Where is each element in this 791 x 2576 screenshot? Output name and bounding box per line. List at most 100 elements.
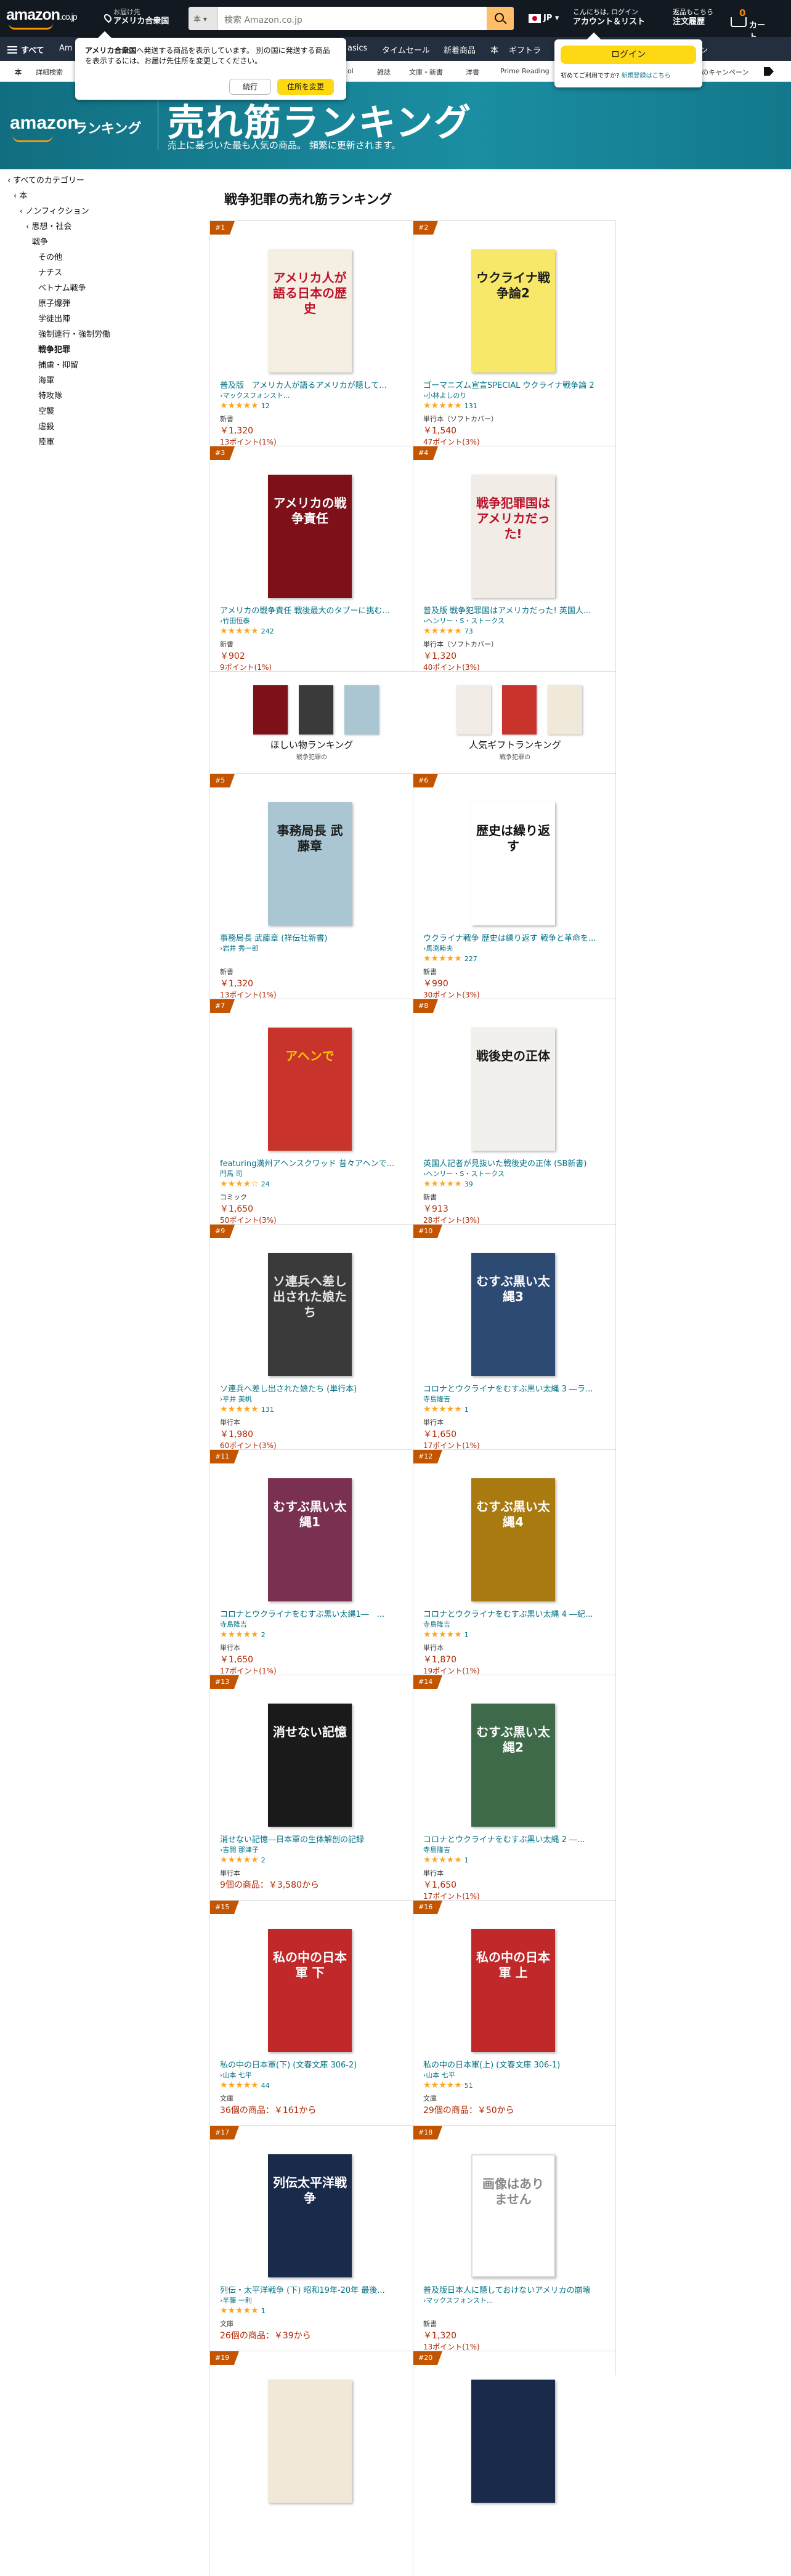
review-count[interactable]: 227	[464, 955, 477, 963]
book-cover-image[interactable]: 画像はありません	[471, 2154, 555, 2277]
author-link[interactable]: ›山本 七平	[220, 2070, 252, 2080]
nav-item[interactable]: 新着商品	[444, 44, 476, 55]
search-category-select[interactable]: 本 ▾	[189, 7, 218, 30]
book-cover-image[interactable]: アメリカの戦争責任	[268, 475, 352, 598]
sidebar-category-item[interactable]: 空襲	[38, 405, 54, 416]
product-card[interactable]: #10 むすぶ黒い太縄3 コロナとウクライナをむすぶ黒い太縄 3 ―ラ... 寺島隆吉…	[413, 1224, 616, 1450]
product-title-link[interactable]: ゴーマニズム宣言SPECIAL ウクライナ戦争論 2	[423, 379, 608, 390]
review-count[interactable]: 2	[261, 1856, 266, 1864]
product-title-link[interactable]: 消せない記憶―日本軍の生体解剖の記録	[220, 1833, 405, 1845]
book-cover-image[interactable]: 戦争犯罪国はアメリカだった!	[471, 475, 555, 598]
author-link[interactable]: ›マックスフォンスト...	[220, 390, 290, 400]
book-cover-image[interactable]: 私の中の日本軍 下	[268, 1929, 352, 2052]
book-cover-image[interactable]: ソ連兵へ差し出された娘たち	[268, 1253, 352, 1376]
sidebar-category-item[interactable]: 特攻隊	[38, 389, 62, 401]
sidebar-category-item[interactable]: 捕虜・抑留	[38, 358, 78, 370]
book-cover-image[interactable]: 列伝太平洋戦争	[268, 2154, 352, 2277]
review-count[interactable]: 1	[464, 1631, 469, 1639]
product-title-link[interactable]: 英国人記者が見抜いた戦後史の正体 (SB新書)	[423, 1157, 608, 1169]
book-cover-image[interactable]	[268, 2380, 352, 2503]
author-link[interactable]: ›ヘンリー・S・ストークス	[423, 616, 505, 626]
book-cover-image[interactable]: むすぶ黒い太縄3	[471, 1253, 555, 1376]
promo-thumbnail-image[interactable]	[299, 685, 333, 735]
review-count[interactable]: 131	[464, 402, 477, 410]
product-card[interactable]: #12 むすぶ黒い太縄4 コロナとウクライナをむすぶ黒い太縄 4 ―紀... 寺島隆吉…	[413, 1449, 616, 1675]
book-cover-image[interactable]: 消せない記憶	[268, 1704, 352, 1827]
product-title-link[interactable]: コロナとウクライナをむすぶ黒い太縄 4 ―紀...	[423, 1608, 608, 1619]
sidebar-category-item[interactable]: ‹ 本	[14, 189, 27, 201]
product-card[interactable]: #19	[209, 2351, 413, 2576]
sidebar-category-item[interactable]: 戦争犯罪	[38, 343, 70, 355]
product-title-link[interactable]: 私の中の日本軍(下) (文春文庫 306-2)	[220, 2058, 405, 2070]
book-cover-image[interactable]: 事務局長 武藤章	[268, 802, 352, 925]
sidebar-category-item[interactable]: 強制連行・強制労働	[38, 328, 110, 339]
subnav-item[interactable]: 洋書	[466, 67, 479, 77]
product-title-link[interactable]: featuring満州アヘンスクワッド 昔々アヘンで...	[220, 1157, 405, 1169]
product-card[interactable]: #5 事務局長 武藤章 事務局長 武藤章 (祥伝社新書) ›岩井 秀一郎 新書 ￥1,32…	[209, 773, 413, 999]
sidebar-category-item[interactable]: その他	[38, 251, 62, 262]
author-link[interactable]: ›山本 七平	[423, 2070, 455, 2080]
product-title-link[interactable]: コロナとウクライナをむすぶ黒い太縄1― ...	[220, 1608, 405, 1619]
product-title-link[interactable]: アメリカの戦争責任 戦後最大のタブーに挑む...	[220, 604, 405, 616]
nav-item[interactable]: asics	[347, 44, 367, 53]
review-count[interactable]: 12	[261, 402, 270, 410]
book-cover-image[interactable]: むすぶ黒い太縄2	[471, 1704, 555, 1827]
author-link[interactable]: 門馬 司	[220, 1169, 243, 1178]
product-title-link[interactable]: ウクライナ戦争 歴史は繰り返す 戦争と革命を...	[423, 932, 608, 943]
promo-thumbnail-image[interactable]	[253, 685, 288, 735]
book-cover-image[interactable]: 戦後史の正体	[471, 1028, 555, 1151]
author-link[interactable]: ›マックスフォンスト...	[423, 2295, 493, 2305]
register-link[interactable]: 新規登録はこちら	[622, 73, 671, 79]
product-card[interactable]: #1 アメリカ人が語る日本の歴史 普及版 アメリカ人が語るアメリカが隠して... ›マ…	[209, 220, 413, 446]
product-title-link[interactable]: 事務局長 武藤章 (祥伝社新書)	[220, 932, 405, 943]
star-rating[interactable]: ★★★★★ 2	[220, 1630, 266, 1640]
author-link[interactable]: 寺島隆吉	[423, 1845, 450, 1854]
book-cover-image[interactable]: むすぶ黒い太縄1	[268, 1478, 352, 1601]
sidebar-category-item[interactable]: ‹ ノンフィクション	[20, 204, 89, 216]
nav-all-button[interactable]: すべて	[7, 44, 44, 55]
star-rating[interactable]: ★★★★☆ 24	[220, 1179, 270, 1189]
review-count[interactable]: 24	[261, 1180, 270, 1188]
author-link[interactable]: ›馬渕睦夫	[423, 943, 453, 953]
review-count[interactable]: 73	[464, 627, 473, 635]
nav-item[interactable]: タイムセール	[382, 44, 430, 55]
review-count[interactable]: 51	[464, 2082, 473, 2090]
product-title-link[interactable]: 私の中の日本軍(上) (文春文庫 306-1)	[423, 2058, 608, 2070]
product-title-link[interactable]: 普及版日本人に隠しておけないアメリカの崩壊	[423, 2284, 608, 2295]
product-card[interactable]: #15 私の中の日本軍 下私の中の日本軍(下) (文春文庫 306-2) ›山本 七…	[209, 1900, 413, 2125]
author-link[interactable]: 寺島隆吉	[423, 1394, 450, 1404]
star-rating[interactable]	[423, 2306, 426, 2316]
subnav-item[interactable]: 詳細検索	[36, 67, 63, 77]
star-rating[interactable]: ★★★★★ 1	[423, 1855, 469, 1865]
sidebar-category-item[interactable]: 学徒出陣	[38, 312, 70, 324]
author-link[interactable]: 寺島隆吉	[423, 1619, 450, 1629]
change-address-button[interactable]: 住所を変更	[277, 79, 334, 95]
deliver-to[interactable]: お届け先 アメリカ合衆国	[102, 7, 169, 26]
japan-flag-icon[interactable]	[529, 14, 541, 23]
product-card[interactable]: #16 私の中の日本軍 上私の中の日本軍(上) (文春文庫 306-1) ›山本 七…	[413, 1900, 616, 2125]
author-link[interactable]: ›吉開 那津子	[220, 1845, 259, 1854]
book-cover-image[interactable]: むすぶ黒い太縄4	[471, 1478, 555, 1601]
promo-thumbnail-image[interactable]	[344, 685, 379, 735]
sidebar-category-item[interactable]: 陸軍	[38, 435, 54, 447]
product-title-link[interactable]: コロナとウクライナをむすぶ黒い太縄 3 ―ラ...	[423, 1382, 608, 1394]
nav-item[interactable]: 本	[490, 44, 498, 55]
star-rating[interactable]: ★★★★★ 12	[220, 401, 270, 411]
nav-item[interactable]: Am	[59, 44, 73, 53]
subnav-item[interactable]: Prime Reading	[500, 67, 550, 75]
author-link[interactable]: ›小林よしのり	[423, 390, 466, 400]
author-link[interactable]: ›半藤 一利	[220, 2295, 252, 2305]
gift-ranking-link[interactable]: 人気ギフトランキング	[413, 738, 617, 751]
product-card[interactable]: #2 ウクライナ戦争論2 ゴーマニズム宣言SPECIAL ウクライナ戦争論 2 ›小林…	[413, 220, 616, 446]
author-link[interactable]: ›岩井 秀一郎	[220, 943, 259, 953]
star-rating[interactable]	[220, 2531, 222, 2541]
product-card[interactable]: #3 アメリカの戦争責任 アメリカの戦争責任 戦後最大のタブーに挑む... ›竹田恒泰…	[209, 446, 413, 672]
sidebar-category-item[interactable]: ベトナム戦争	[38, 281, 86, 293]
review-count[interactable]: 2	[261, 1631, 266, 1639]
star-rating[interactable]: ★★★★★ 73	[423, 626, 473, 636]
sidebar-category-item[interactable]: 原子爆弾	[38, 297, 70, 308]
star-rating[interactable]: ★★★★★ 1	[423, 1630, 469, 1640]
subnav-item[interactable]: 本のキャンペーン	[695, 67, 748, 77]
star-rating[interactable]: ★★★★★ 227	[423, 954, 477, 964]
author-link[interactable]: ›平井 美帆	[220, 1394, 252, 1404]
